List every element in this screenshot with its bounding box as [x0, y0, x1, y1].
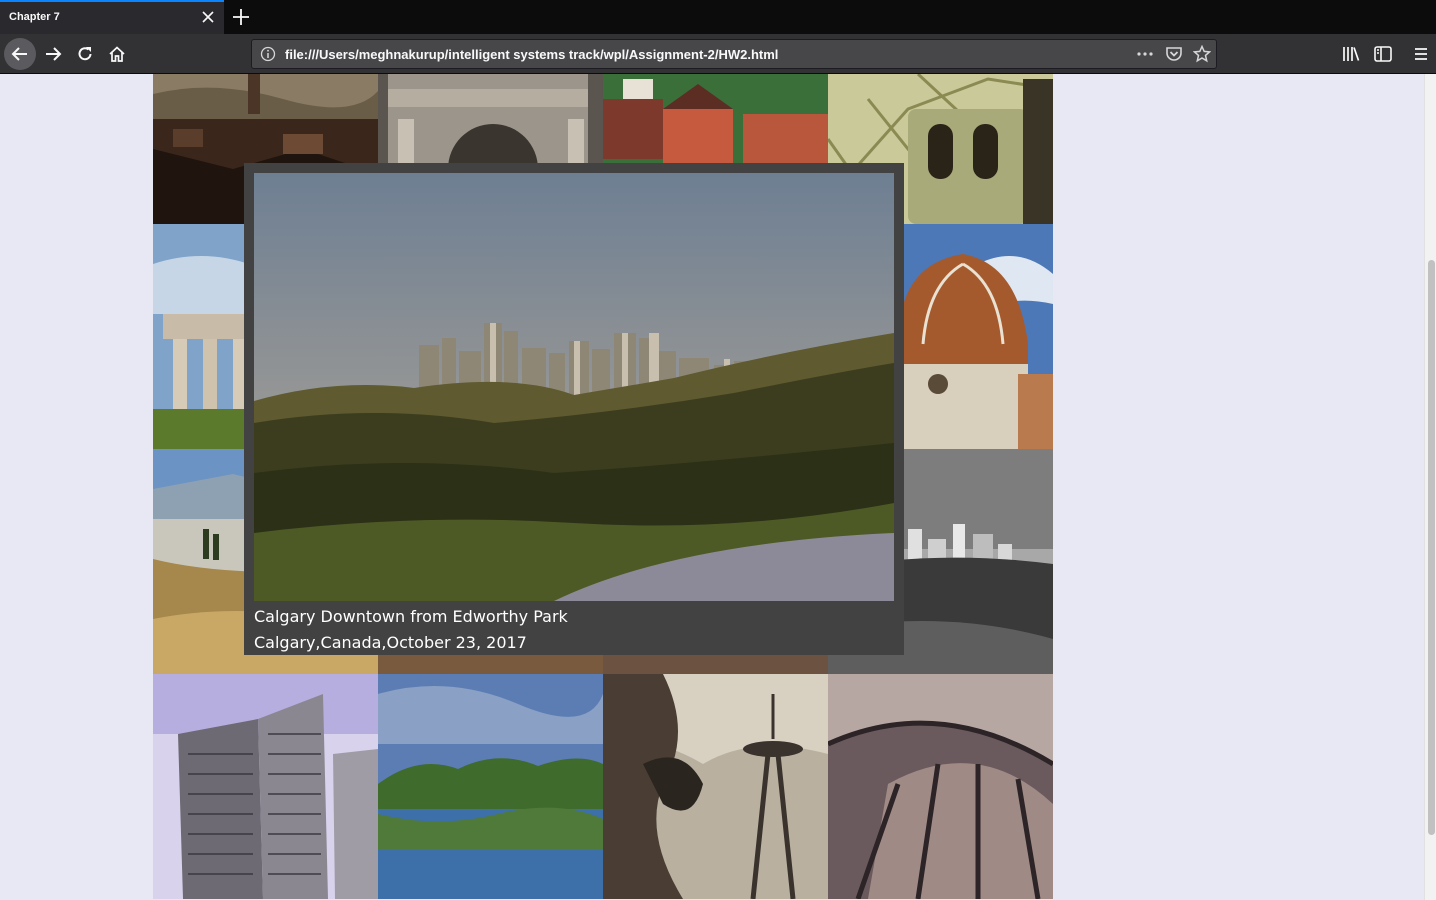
- photo-image: [378, 674, 603, 899]
- caption-subtitle: Calgary,Canada,October 23, 2017: [254, 633, 527, 652]
- tab-strip: Chapter 7: [0, 0, 1436, 34]
- photo-image: [828, 674, 1053, 899]
- caption-title: Calgary Downtown from Edworthy Park: [254, 607, 568, 626]
- back-button[interactable]: [4, 38, 36, 70]
- address-bar[interactable]: file:///Users/meghnakurup/intelligent sy…: [251, 39, 1217, 69]
- tab-title: Chapter 7: [9, 11, 60, 23]
- scrollbar-thumb[interactable]: [1428, 260, 1435, 835]
- library-icon[interactable]: [1340, 43, 1362, 65]
- sidebar-icon[interactable]: [1372, 43, 1394, 65]
- gallery-photo-curved-roof[interactable]: [828, 674, 1053, 899]
- lightbox-photo: [254, 173, 894, 601]
- reload-button[interactable]: [69, 38, 101, 70]
- photo-image: [153, 674, 378, 899]
- vertical-scrollbar[interactable]: [1424, 74, 1436, 900]
- close-icon[interactable]: [200, 9, 216, 25]
- forward-arrow-icon: [46, 47, 62, 61]
- home-icon: [109, 46, 125, 62]
- photo-lightbox[interactable]: Calgary Downtown from Edworthy Park Calg…: [244, 163, 904, 655]
- bookmark-star-icon[interactable]: [1193, 45, 1211, 63]
- photo-image: [603, 674, 828, 899]
- info-icon[interactable]: [260, 46, 276, 62]
- more-dots-icon[interactable]: [1136, 45, 1154, 63]
- lightbox-caption: Calgary Downtown from Edworthy Park Calg…: [254, 604, 568, 656]
- hamburger-menu-icon[interactable]: [1410, 43, 1432, 65]
- navigation-toolbar: file:///Users/meghnakurup/intelligent sy…: [0, 34, 1436, 74]
- home-button[interactable]: [101, 38, 133, 70]
- gallery-photo-space-needle[interactable]: [603, 674, 828, 899]
- url-text[interactable]: file:///Users/meghnakurup/intelligent sy…: [285, 47, 778, 62]
- page-viewport: Calgary Downtown from Edworthy Park Calg…: [0, 74, 1436, 900]
- gallery-photo-office-towers[interactable]: [153, 674, 378, 899]
- plus-icon[interactable]: [230, 6, 252, 28]
- back-arrow-icon: [11, 47, 27, 61]
- pocket-icon[interactable]: [1165, 45, 1183, 63]
- calgary-skyline-image: [254, 173, 894, 601]
- tab-active[interactable]: Chapter 7: [0, 0, 224, 34]
- forward-button[interactable]: [37, 38, 69, 70]
- gallery-photo-park-lake[interactable]: [378, 674, 603, 899]
- reload-icon: [78, 47, 92, 61]
